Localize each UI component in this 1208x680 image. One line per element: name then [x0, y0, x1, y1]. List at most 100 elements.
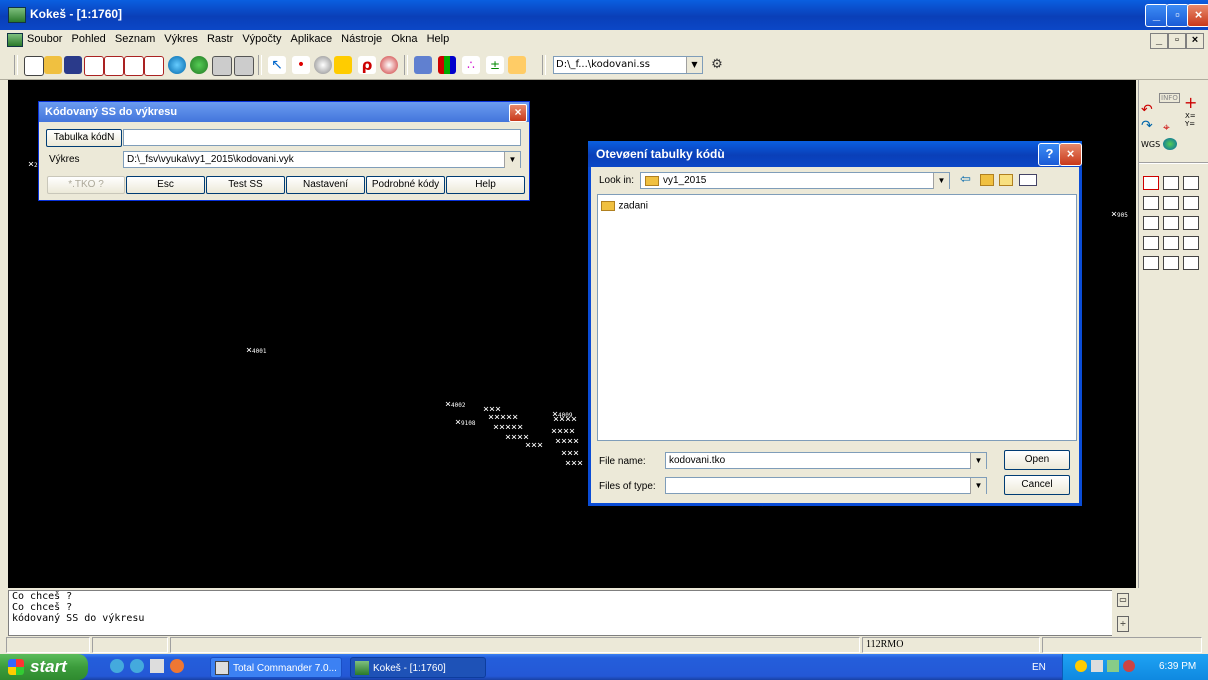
save-icon[interactable]: [64, 56, 82, 74]
palette-tool-icon[interactable]: [1163, 236, 1179, 250]
rotate-icon[interactable]: ρ: [358, 56, 376, 74]
maximize-button[interactable]: ▫: [1166, 4, 1189, 27]
menu-nastroje[interactable]: Nástroje: [338, 30, 385, 48]
palette-tool-icon[interactable]: [1143, 216, 1159, 230]
globe-icon[interactable]: [1163, 138, 1177, 150]
measure-icon[interactable]: ±: [486, 56, 504, 74]
palette-tool-icon[interactable]: [1183, 176, 1199, 190]
help-icon[interactable]: ?: [1038, 143, 1061, 166]
firefox-icon[interactable]: [170, 659, 184, 673]
palette-tool-icon[interactable]: [1143, 256, 1159, 270]
esc-button[interactable]: Esc: [126, 176, 205, 194]
file-type-select[interactable]: ▼: [665, 477, 987, 494]
palette-tool-icon[interactable]: [1163, 256, 1179, 270]
tabulka-kodu-button[interactable]: Tabulka kódN: [46, 129, 122, 147]
map-icon[interactable]: [190, 56, 208, 74]
task-total-commander[interactable]: Total Commander 7.0...: [210, 657, 342, 678]
new-folder-icon[interactable]: [999, 174, 1013, 186]
redo-icon[interactable]: ↷: [1141, 118, 1153, 134]
mdi-restore-button[interactable]: ▫: [1168, 33, 1186, 49]
grid-icon[interactable]: [438, 56, 456, 74]
menu-rastr[interactable]: Rastr: [204, 30, 236, 48]
menu-okna[interactable]: Okna: [388, 30, 420, 48]
palette-tool-icon[interactable]: [1163, 196, 1179, 210]
menu-seznam[interactable]: Seznam: [112, 30, 158, 48]
open-dialog-titlebar[interactable]: Otevøení tabulky kódù ? ×: [588, 141, 1082, 167]
cursor-icon[interactable]: ↖: [268, 56, 286, 74]
close-icon[interactable]: ×: [1059, 143, 1082, 166]
total-commander-quick-icon[interactable]: [150, 659, 164, 673]
command-scrollbar[interactable]: ▭ ÷: [1112, 590, 1136, 636]
back-icon[interactable]: ⇦: [960, 172, 976, 188]
list-item[interactable]: zadani: [601, 199, 648, 212]
nastaveni-button[interactable]: Nastavení: [286, 176, 365, 194]
mdi-minimize-button[interactable]: _: [1150, 33, 1168, 49]
view-menu-icon[interactable]: [1019, 174, 1037, 186]
undo-icon[interactable]: ↶: [1141, 102, 1153, 118]
tko-button[interactable]: *.TKO ?: [47, 176, 125, 194]
menu-vypocty[interactable]: Výpočty: [239, 30, 284, 48]
chevron-down-icon[interactable]: ▼: [970, 478, 986, 494]
close-icon[interactable]: ×: [509, 104, 527, 122]
tray-app-icon[interactable]: [1107, 660, 1119, 672]
plot-icon[interactable]: [234, 56, 254, 76]
palette-tool-icon[interactable]: [1183, 196, 1199, 210]
help-button[interactable]: Help: [446, 176, 525, 194]
raster-icon[interactable]: [414, 56, 432, 74]
point-icon[interactable]: •: [292, 56, 310, 74]
layer-combo[interactable]: D:\_f...\kodovani.ss ▼: [553, 56, 703, 74]
chevron-down-icon[interactable]: ▼: [504, 152, 520, 168]
palette-tool-icon[interactable]: [1143, 176, 1159, 190]
menu-aplikace[interactable]: Aplikace: [288, 30, 336, 48]
document-zoom-icon[interactable]: [124, 56, 144, 76]
wgs-icon[interactable]: WGS: [1141, 140, 1160, 149]
document-edit-icon[interactable]: [144, 56, 164, 76]
command-output[interactable]: Co chceš ? Co chceš ? kódovaný SS do výk…: [8, 590, 1136, 636]
file-name-input[interactable]: kodovani.tko ▼: [665, 452, 987, 469]
new-file-icon[interactable]: [24, 56, 44, 76]
info-icon[interactable]: INFO: [1159, 93, 1180, 103]
snap-icon[interactable]: ⌖: [1163, 120, 1170, 135]
chevron-down-icon[interactable]: ▼: [933, 173, 949, 189]
drawing-canvas[interactable]: ×2 ×4001 ×4002 ×9108 ×4009 ×905 ××× ××××…: [8, 80, 1136, 588]
open-button[interactable]: Open: [1004, 450, 1070, 470]
kodovany-dialog-titlebar[interactable]: Kódovaný SS do výkresu ×: [39, 102, 529, 122]
palette-tool-icon[interactable]: [1163, 216, 1179, 230]
ie-alt-icon[interactable]: [130, 659, 144, 673]
palette-tool-icon[interactable]: [1183, 216, 1199, 230]
file-list[interactable]: zadani: [597, 194, 1077, 441]
chevron-down-icon[interactable]: ▼: [970, 453, 986, 469]
close-button[interactable]: ×: [1187, 4, 1208, 27]
xy-icon[interactable]: X= Y=: [1185, 112, 1196, 128]
start-button[interactable]: start: [0, 654, 88, 680]
test-ss-button[interactable]: Test SS: [206, 176, 285, 194]
window-title-bar[interactable]: Kokeš - [1:1760] _ ▫ ×: [0, 0, 1208, 30]
scroll-arrows-icon[interactable]: ÷: [1117, 616, 1129, 632]
vykres-field[interactable]: D:\_fsv\vyuka\vy1_2015\kodovani.vyk ▼: [123, 151, 521, 168]
antivirus-icon[interactable]: [1123, 660, 1135, 672]
target-icon[interactable]: [380, 56, 398, 74]
task-kokes[interactable]: Kokeš - [1:1760]: [350, 657, 486, 678]
security-icon[interactable]: [1075, 660, 1087, 672]
crosshair-icon[interactable]: +: [1184, 93, 1197, 112]
palette-tool-icon[interactable]: [1183, 236, 1199, 250]
cancel-button[interactable]: Cancel: [1004, 475, 1070, 495]
menu-soubor[interactable]: Soubor: [24, 30, 65, 48]
palette-tool-icon[interactable]: [1143, 196, 1159, 210]
palette-tool-icon[interactable]: [1143, 236, 1159, 250]
language-indicator[interactable]: EN: [1032, 662, 1046, 673]
minimize-button[interactable]: _: [1145, 4, 1168, 27]
info-icon[interactable]: [314, 56, 332, 74]
podrobne-kody-button[interactable]: Podrobné kódy: [366, 176, 445, 194]
clock[interactable]: 6:39 PM: [1159, 661, 1196, 672]
document-icon[interactable]: [84, 56, 104, 76]
up-folder-icon[interactable]: [980, 174, 994, 186]
menu-vykres[interactable]: Výkres: [161, 30, 201, 48]
mdi-close-button[interactable]: ×: [1186, 33, 1204, 49]
palette-tool-icon[interactable]: [1163, 176, 1179, 190]
open-folder-icon[interactable]: [44, 56, 62, 74]
chevron-down-icon[interactable]: ▼: [686, 57, 702, 73]
scroll-box-icon[interactable]: ▭: [1117, 593, 1129, 607]
menu-help[interactable]: Help: [424, 30, 453, 48]
print-icon[interactable]: [212, 56, 232, 76]
